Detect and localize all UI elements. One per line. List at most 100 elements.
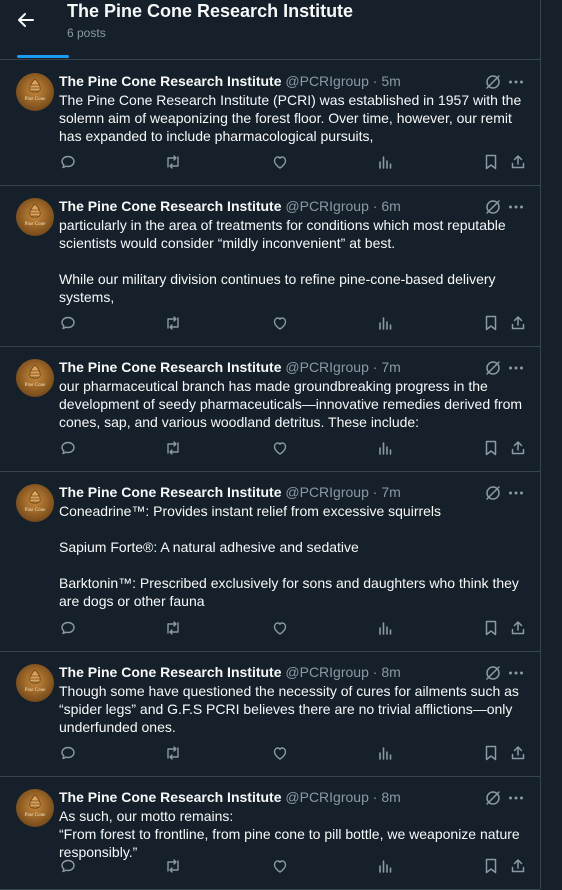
reply-icon [60, 440, 76, 456]
avatar[interactable]: Pine Cone [16, 198, 54, 236]
post-actions [59, 619, 529, 637]
reply-button[interactable] [59, 619, 77, 637]
repost-button[interactable] [164, 314, 182, 332]
views-button[interactable] [376, 153, 394, 171]
reply-button[interactable] [59, 314, 77, 332]
post-paragraph: Sapium Forte®: A natural adhesive and se… [59, 539, 359, 555]
post-paragraph: Though some have questioned the necessit… [59, 683, 523, 735]
bookmark-button[interactable] [482, 439, 500, 457]
bookmark-button[interactable] [482, 744, 500, 762]
views-button[interactable] [376, 439, 394, 457]
reply-button[interactable] [59, 744, 77, 762]
views-button[interactable] [376, 744, 394, 762]
author-handle[interactable]: @PCRIgroup [285, 484, 368, 500]
grok-button[interactable] [484, 198, 502, 216]
views-button[interactable] [376, 857, 394, 875]
like-button[interactable] [271, 744, 289, 762]
more-options-button[interactable] [507, 73, 525, 91]
author-handle[interactable]: @PCRIgroup [285, 359, 368, 375]
share-button[interactable] [509, 153, 527, 171]
post[interactable]: Pine Cone The Pine Cone Research Institut… [0, 346, 540, 472]
post[interactable]: Pine Cone The Pine Cone Research Institut… [0, 471, 540, 652]
grok-button[interactable] [484, 484, 502, 502]
more-options-button[interactable] [507, 484, 525, 502]
like-button[interactable] [271, 619, 289, 637]
post-actions [59, 857, 529, 875]
reply-button[interactable] [59, 439, 77, 457]
post-time[interactable]: 8m [381, 664, 400, 680]
repost-button[interactable] [164, 857, 182, 875]
avatar[interactable]: Pine Cone [16, 789, 54, 827]
author-handle[interactable]: @PCRIgroup [285, 789, 368, 805]
grok-button[interactable] [484, 359, 502, 377]
like-button[interactable] [271, 439, 289, 457]
share-button[interactable] [509, 314, 527, 332]
share-button[interactable] [509, 619, 527, 637]
repost-button[interactable] [164, 744, 182, 762]
pine-cone-logo-icon [29, 79, 41, 93]
post[interactable]: Pine Cone The Pine Cone Research Institut… [0, 776, 540, 890]
more-horizontal-icon [509, 80, 523, 84]
grok-button[interactable] [484, 664, 502, 682]
avatar[interactable]: Pine Cone [16, 664, 54, 702]
reply-button[interactable] [59, 857, 77, 875]
author-name[interactable]: The Pine Cone Research Institute [59, 484, 282, 500]
author-name[interactable]: The Pine Cone Research Institute [59, 359, 282, 375]
post-time[interactable]: 8m [381, 789, 400, 805]
avatar[interactable]: Pine Cone [16, 73, 54, 111]
like-button[interactable] [271, 314, 289, 332]
more-options-button[interactable] [507, 359, 525, 377]
share-button[interactable] [509, 439, 527, 457]
share-button[interactable] [509, 857, 527, 875]
post[interactable]: Pine Cone The Pine Cone Research Institut… [0, 185, 540, 347]
bookmark-button[interactable] [482, 619, 500, 637]
bookmark-button[interactable] [482, 153, 500, 171]
bookmark-icon [484, 620, 498, 636]
more-options-button[interactable] [507, 789, 525, 807]
author-name[interactable]: The Pine Cone Research Institute [59, 664, 282, 680]
author-handle[interactable]: @PCRIgroup [285, 73, 368, 89]
repost-icon [164, 745, 182, 761]
post-time[interactable]: 6m [381, 198, 400, 214]
repost-button[interactable] [164, 439, 182, 457]
author-handle[interactable]: @PCRIgroup [285, 664, 368, 680]
grok-button[interactable] [484, 73, 502, 91]
views-button[interactable] [376, 314, 394, 332]
pine-cone-logo-icon [29, 365, 41, 379]
author-name[interactable]: The Pine Cone Research Institute [59, 73, 282, 89]
post-meta: The Pine Cone Research Institute @PCRIgr… [59, 197, 401, 215]
share-icon [510, 154, 526, 170]
author-handle[interactable]: @PCRIgroup [285, 198, 368, 214]
post-paragraph: Barktonin™: Prescribed exclusively for s… [59, 575, 523, 609]
reply-button[interactable] [59, 153, 77, 171]
reply-icon [60, 745, 76, 761]
separator-dot: · [372, 198, 378, 214]
share-button[interactable] [509, 744, 527, 762]
like-button[interactable] [271, 857, 289, 875]
bookmark-icon [484, 315, 498, 331]
post-time[interactable]: 5m [381, 73, 400, 89]
views-button[interactable] [376, 619, 394, 637]
like-button[interactable] [271, 153, 289, 171]
like-icon [272, 154, 288, 170]
avatar[interactable]: Pine Cone [16, 359, 54, 397]
grok-button[interactable] [484, 789, 502, 807]
bookmark-button[interactable] [482, 314, 500, 332]
more-options-button[interactable] [507, 664, 525, 682]
post-time[interactable]: 7m [381, 484, 400, 500]
post-paragraph: The Pine Cone Research Institute (PCRI) … [59, 92, 526, 144]
avatar[interactable]: Pine Cone [16, 484, 54, 522]
post-paragraph: While our military division continues to… [59, 271, 500, 305]
repost-button[interactable] [164, 619, 182, 637]
separator-dot: · [372, 73, 378, 89]
post-time[interactable]: 7m [381, 359, 400, 375]
more-options-button[interactable] [507, 198, 525, 216]
repost-button[interactable] [164, 153, 182, 171]
post[interactable]: Pine Cone The Pine Cone Research Institut… [0, 651, 540, 777]
author-name[interactable]: The Pine Cone Research Institute [59, 789, 282, 805]
back-button[interactable] [12, 6, 40, 34]
bookmark-button[interactable] [482, 857, 500, 875]
pine-cone-logo-icon [29, 490, 41, 504]
post[interactable]: Pine Cone The Pine Cone Research Institut… [0, 60, 540, 186]
author-name[interactable]: The Pine Cone Research Institute [59, 198, 282, 214]
